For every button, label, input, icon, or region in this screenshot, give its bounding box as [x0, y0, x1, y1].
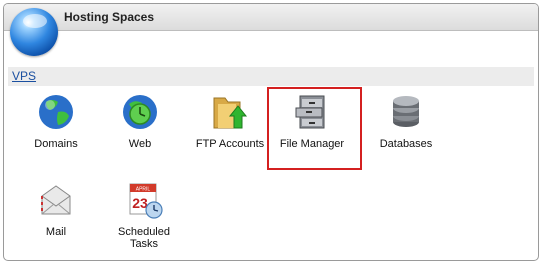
- globe-logo-icon: [10, 8, 58, 56]
- databases-label: Databases: [379, 138, 433, 150]
- scheduled-tasks-tile[interactable]: APRIL 23 Scheduled Tasks: [104, 180, 184, 254]
- folder-upload-icon: [213, 97, 248, 129]
- ftp-accounts-label: FTP Accounts: [195, 138, 265, 150]
- scheduled-tasks-label: Scheduled Tasks: [118, 226, 170, 250]
- domains-tile[interactable]: Domains: [16, 92, 96, 166]
- hosting-spaces-panel: Hosting Spaces VPS Domains Web FTP Accou…: [3, 3, 539, 261]
- web-globe-clock-icon: [123, 95, 157, 129]
- mail-tile[interactable]: Mail: [16, 180, 96, 254]
- calendar-clock-icon: APRIL 23: [129, 183, 163, 219]
- calendar-month: APRIL: [136, 187, 151, 193]
- databases-tile[interactable]: Databases: [366, 92, 446, 166]
- mail-label: Mail: [45, 226, 67, 238]
- database-icon: [393, 96, 419, 127]
- domains-label: Domains: [34, 138, 78, 150]
- panel-header: Hosting Spaces: [4, 4, 538, 31]
- ftp-accounts-tile[interactable]: FTP Accounts: [190, 92, 270, 166]
- panel-title: Hosting Spaces: [64, 10, 155, 24]
- web-tile[interactable]: Web: [100, 92, 180, 166]
- section-bar: VPS: [8, 67, 534, 86]
- globe-icon: [39, 95, 73, 129]
- vps-link[interactable]: VPS: [12, 69, 36, 83]
- envelope-icon: [41, 185, 71, 215]
- web-label: Web: [128, 138, 152, 150]
- selection-highlight: [267, 87, 362, 170]
